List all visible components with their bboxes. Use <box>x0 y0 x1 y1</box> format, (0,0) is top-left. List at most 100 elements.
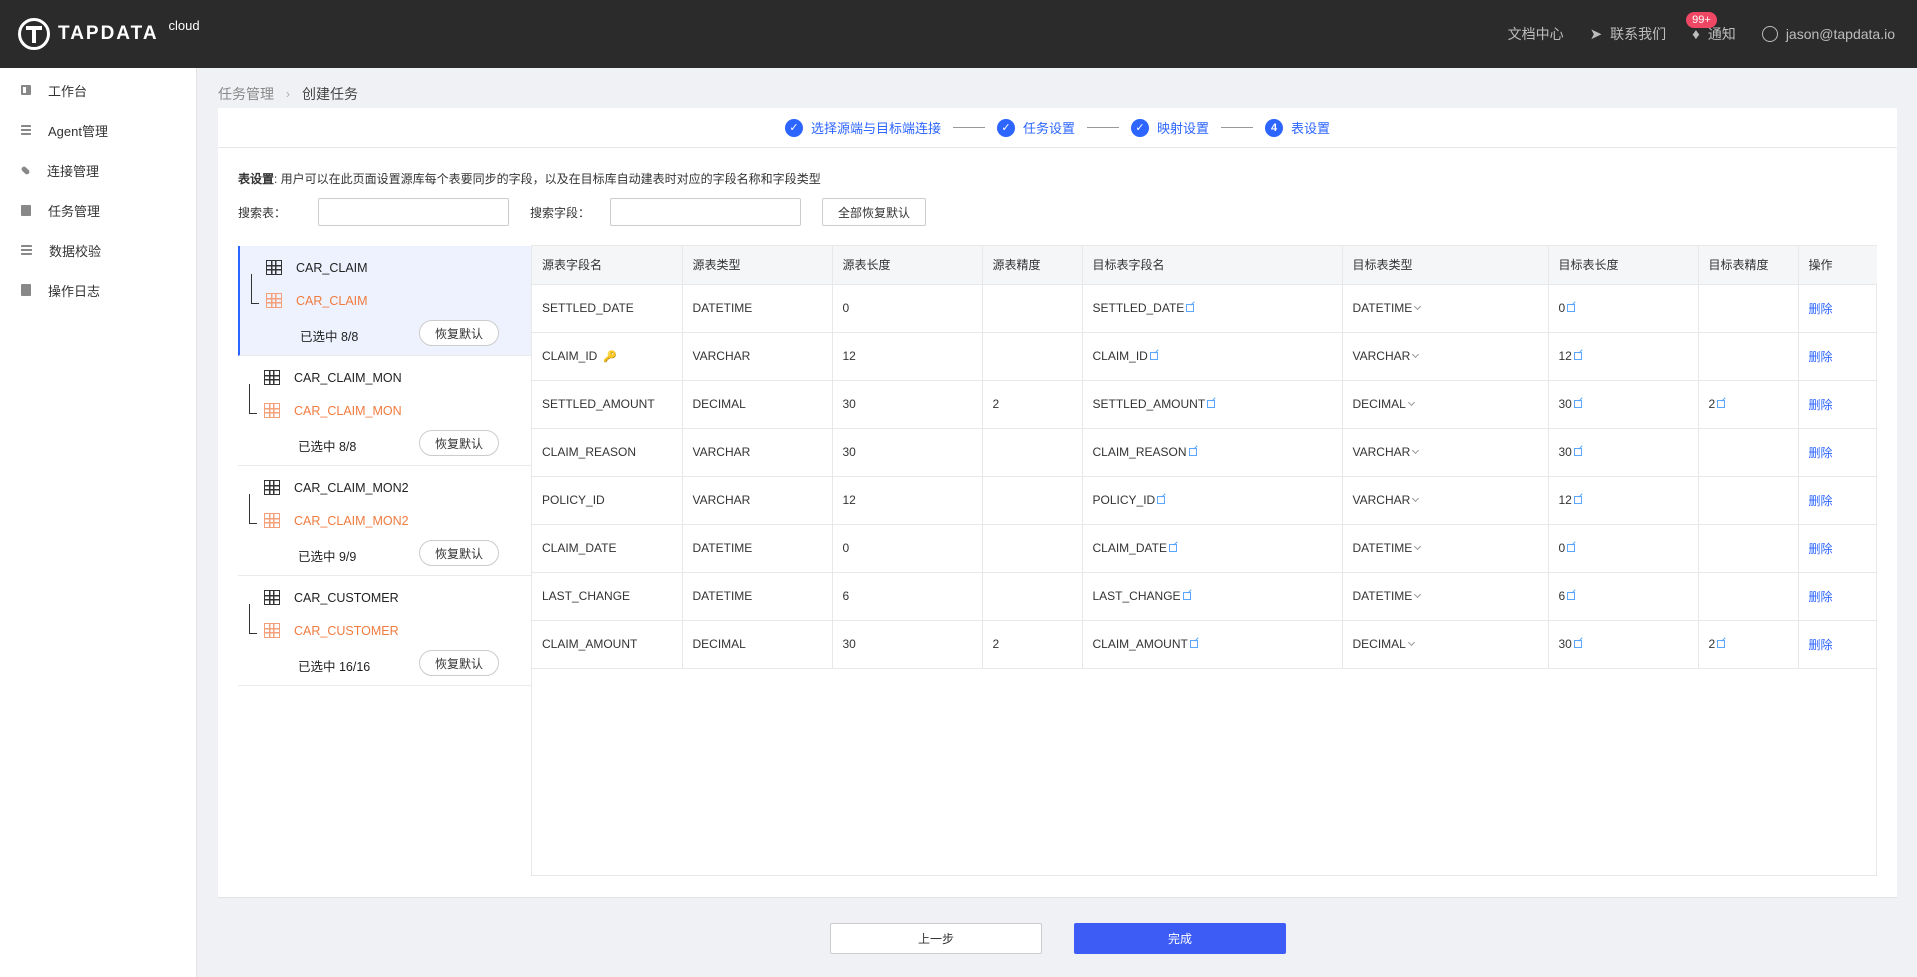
delete-link[interactable]: 删除 <box>1809 542 1833 556</box>
restore-default-button[interactable]: 恢复默认 <box>418 430 499 456</box>
delete-link[interactable]: 删除 <box>1809 350 1833 364</box>
target-length-cell[interactable]: 30 <box>1548 428 1699 477</box>
target-field-name: CLAIM_REASON <box>1092 445 1187 459</box>
target-length-cell[interactable]: 30 <box>1548 380 1699 429</box>
sidebar-item-label: 任务管理 <box>48 203 101 219</box>
search-field-input[interactable] <box>610 198 801 226</box>
target-type-cell[interactable]: DECIMAL <box>1342 380 1549 429</box>
edit-icon[interactable] <box>1573 496 1582 504</box>
target-field-name: LAST_CHANGE <box>1092 589 1181 603</box>
target-field-name-cell[interactable]: SETTLED_AMOUNT <box>1082 380 1343 429</box>
docs-link[interactable]: 文档中心 <box>1508 24 1564 44</box>
action-cell: 删除 <box>1798 428 1877 477</box>
finish-button[interactable]: 完成 <box>1074 923 1286 954</box>
step-3[interactable]: ✓ 映射设置 <box>1131 118 1209 137</box>
restore-default-button[interactable]: 恢复默认 <box>418 650 499 676</box>
table-icon <box>264 403 280 418</box>
restore-default-button[interactable]: 恢复默认 <box>418 320 499 346</box>
edit-icon[interactable] <box>1573 352 1582 360</box>
target-field-name-cell[interactable]: POLICY_ID <box>1082 476 1343 525</box>
edit-icon[interactable] <box>1207 400 1216 408</box>
previous-step-button[interactable]: 上一步 <box>830 923 1042 954</box>
target-length-cell[interactable]: 0 <box>1548 284 1699 333</box>
source-length: 30 <box>832 380 983 429</box>
target-type-cell[interactable]: VARCHAR <box>1342 332 1549 381</box>
table-item-car-claim-mon[interactable]: CAR_CLAIM_MON CAR_CLAIM_MON 已选中 8/8 恢复默认 <box>238 356 531 466</box>
sidebar-item-label: 数据校验 <box>49 243 102 259</box>
link-icon <box>20 165 31 175</box>
target-length-cell[interactable]: 12 <box>1548 332 1699 381</box>
delete-link[interactable]: 删除 <box>1809 446 1833 460</box>
search-table-input[interactable] <box>318 198 509 226</box>
target-precision-cell[interactable]: 2 <box>1698 620 1799 669</box>
delete-link[interactable]: 删除 <box>1809 494 1833 508</box>
target-type-cell[interactable]: DATETIME <box>1342 524 1549 573</box>
sidebar-item-logs[interactable]: 操作日志 <box>0 270 196 310</box>
sidebar-item-tasks[interactable]: 任务管理 <box>0 190 196 230</box>
notify-link[interactable]: ♦ 99+ 通知 <box>1686 12 1736 44</box>
action-cell: 删除 <box>1798 284 1877 333</box>
sidebar-item-agent[interactable]: Agent管理 <box>0 110 196 150</box>
delete-link[interactable]: 删除 <box>1809 638 1833 652</box>
target-field-name: SETTLED_DATE <box>1092 301 1185 315</box>
target-length-cell[interactable]: 30 <box>1548 620 1699 669</box>
target-length-cell[interactable]: 12 <box>1548 476 1699 525</box>
delete-link[interactable]: 删除 <box>1809 590 1833 604</box>
logo[interactable]: TAPDATA cloud <box>18 18 200 50</box>
target-field-name-cell[interactable]: CLAIM_REASON <box>1082 428 1343 477</box>
edit-icon[interactable] <box>1188 448 1197 456</box>
edit-icon[interactable] <box>1182 592 1191 600</box>
target-precision-cell <box>1698 572 1799 621</box>
target-field-name-cell[interactable]: CLAIM_DATE <box>1082 524 1343 573</box>
edit-icon[interactable] <box>1157 496 1166 504</box>
target-length-cell[interactable]: 6 <box>1548 572 1699 621</box>
target-field-name-cell[interactable]: SETTLED_DATE <box>1082 284 1343 333</box>
table-item-car-claim[interactable]: CAR_CLAIM CAR_CLAIM 已选中 8/8 恢复默认 <box>238 246 531 356</box>
target-type-cell[interactable]: DECIMAL <box>1342 620 1549 669</box>
user-menu[interactable]: jason@tapdata.io <box>1761 26 1895 42</box>
target-field-name-cell[interactable]: CLAIM_AMOUNT <box>1082 620 1343 669</box>
edit-icon[interactable] <box>1567 304 1576 312</box>
step-1[interactable]: ✓ 选择源端与目标端连接 <box>784 118 941 137</box>
edit-icon[interactable] <box>1189 640 1198 648</box>
step-2[interactable]: ✓ 任务设置 <box>996 118 1075 137</box>
breadcrumb-parent[interactable]: 任务管理 <box>218 84 274 104</box>
edit-icon[interactable] <box>1717 640 1726 648</box>
edit-icon[interactable] <box>1717 400 1726 408</box>
source-length: 0 <box>832 284 983 333</box>
step-4[interactable]: 4 表设置 <box>1265 118 1330 137</box>
sidebar-item-connections[interactable]: 连接管理 <box>0 150 196 190</box>
target-precision-cell[interactable]: 2 <box>1698 380 1799 429</box>
source-table-name: CAR_CLAIM_MON <box>294 370 402 385</box>
table-item-car-claim-mon2[interactable]: CAR_CLAIM_MON2 CAR_CLAIM_MON2 已选中 9/9 恢复… <box>238 466 531 576</box>
target-type-cell[interactable]: DATETIME <box>1342 284 1549 333</box>
chevron-right-icon: › <box>286 87 290 101</box>
edit-icon[interactable] <box>1573 400 1582 408</box>
restore-default-button[interactable]: 恢复默认 <box>418 540 499 566</box>
target-field-name-cell[interactable]: CLAIM_ID <box>1082 332 1343 381</box>
edit-icon[interactable] <box>1573 640 1582 648</box>
table-item-car-customer[interactable]: CAR_CUSTOMER CAR_CUSTOMER 已选中 16/16 恢复默认 <box>238 576 531 686</box>
target-field-name-cell[interactable]: LAST_CHANGE <box>1082 572 1343 621</box>
reset-all-button[interactable]: 全部恢复默认 <box>822 198 927 226</box>
edit-icon[interactable] <box>1567 544 1576 552</box>
sidebar-item-verify[interactable]: 数据校验 <box>0 230 196 270</box>
delete-link[interactable]: 删除 <box>1809 398 1833 412</box>
contact-link[interactable]: ➤ 联系我们 <box>1590 24 1667 44</box>
edit-icon[interactable] <box>1149 352 1158 360</box>
field-table-body: SETTLED_DATE DATETIME 0 SETTLED_DATE DATETIM… <box>532 284 1877 669</box>
target-type-cell[interactable]: DATETIME <box>1342 572 1549 621</box>
target-type-cell[interactable]: VARCHAR <box>1342 476 1549 525</box>
edit-icon[interactable] <box>1567 592 1576 600</box>
delete-link[interactable]: 删除 <box>1809 302 1833 316</box>
header-actions: 文档中心 ➤ 联系我们 ♦ 99+ 通知 jason@tapdata.io <box>1482 0 1895 68</box>
target-length-cell[interactable]: 0 <box>1548 524 1699 573</box>
source-precision <box>982 332 1083 381</box>
target-type-cell[interactable]: VARCHAR <box>1342 428 1549 477</box>
edit-icon[interactable] <box>1168 544 1177 552</box>
edit-icon[interactable] <box>1573 448 1582 456</box>
source-table-name: CAR_CLAIM <box>296 260 368 275</box>
sidebar-item-dashboard[interactable]: 工作台 <box>0 70 196 110</box>
table-icon <box>264 480 280 495</box>
edit-icon[interactable] <box>1186 304 1195 312</box>
